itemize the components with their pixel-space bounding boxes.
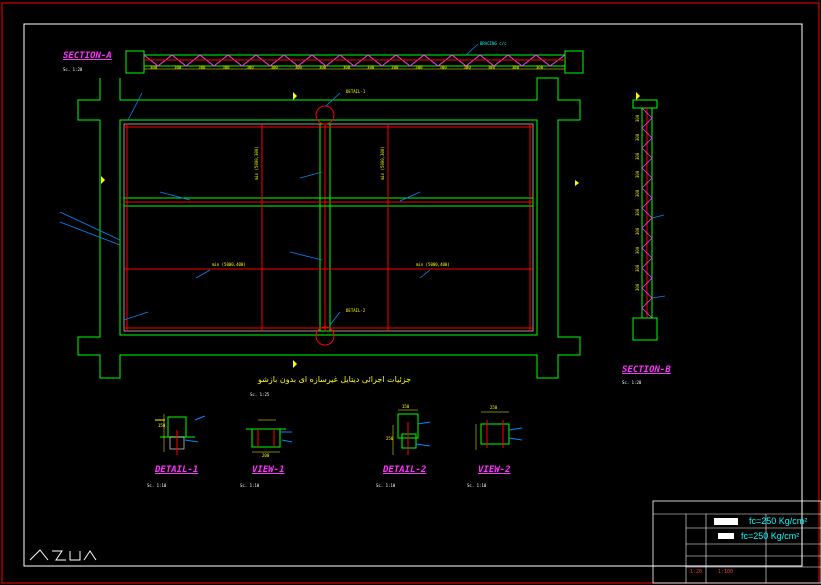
- vertical-dim-value: 300: [635, 265, 640, 273]
- detail-1-dim: 150: [158, 423, 166, 428]
- top-bar-label: BRACING c/c: [480, 41, 507, 46]
- dim-value: 300: [535, 65, 544, 70]
- dim-value: 300: [198, 65, 206, 70]
- mid-right-label: min (5000,400): [416, 262, 450, 267]
- vert-right-label: min (5000,300): [380, 146, 385, 180]
- dim-value: 300: [270, 65, 278, 70]
- title-block-scale-1: 1:100: [718, 569, 734, 575]
- vertical-dim-value: 300: [635, 152, 640, 160]
- view-2-title: VIEW-2: [478, 465, 511, 475]
- detail-1-scale: Sc. 1:10: [147, 483, 167, 488]
- dim-value: 300: [367, 65, 375, 70]
- header-scale: Sc. 1:25: [250, 392, 270, 397]
- inner-border: [23, 23, 803, 567]
- dim-value: 300: [487, 65, 495, 70]
- view-1-drawing: [246, 419, 293, 453]
- dim-value: 300: [463, 65, 471, 70]
- detail-2-dim-side: 250: [386, 436, 394, 441]
- vertical-dim-value: 300: [635, 227, 640, 235]
- vertical-dim-value: 300: [635, 283, 640, 292]
- cad-drawing-canvas: [1, 2, 821, 584]
- leader-lines: [59, 43, 666, 326]
- dim-value: 300: [318, 65, 327, 70]
- dim-value: 300: [415, 65, 423, 70]
- header-caption: جزئیات اجرائی دیتایل غیرسازه ای بدون باز…: [258, 375, 412, 384]
- dim-value: 300: [391, 65, 399, 70]
- dim-value: 300: [222, 65, 230, 70]
- vertical-dim-value: 300: [635, 208, 640, 216]
- view-2-drawing: [475, 411, 523, 450]
- view-1-dim: 200: [262, 453, 270, 458]
- dim-value: 300: [511, 65, 519, 70]
- detail-2-dim-top: 150: [402, 404, 410, 409]
- section-b-scale: Sc. 1:20: [622, 380, 642, 385]
- vertical-dim-value: 300: [635, 114, 640, 122]
- detail-1-callout-label: DETAIL-1: [346, 89, 366, 94]
- level-markers: [101, 92, 640, 368]
- title-block-fc-1: fc=250 Kg/cm²: [749, 516, 808, 526]
- detail-2-scale: Sc. 1:10: [376, 483, 396, 488]
- detail-2-drawing: [392, 409, 431, 455]
- dim-value: 300: [150, 65, 158, 70]
- detail-2-title: DETAIL-2: [383, 465, 427, 475]
- vertical-dim-value: 300: [635, 246, 640, 254]
- detail-1-drawing: [155, 414, 206, 455]
- section-a-title: SECTION-A: [63, 51, 112, 61]
- view-2-dim: 250: [490, 405, 498, 410]
- view-2-scale: Sc. 1:10: [467, 483, 487, 488]
- vert-left-label: min (5000,300): [254, 146, 259, 180]
- section-a-scale: Sc. 1:20: [63, 67, 83, 72]
- section-a-wall-frame: [77, 77, 581, 379]
- dim-value: 300: [246, 65, 254, 70]
- dim-value: 300: [174, 65, 182, 70]
- vertical-dim-value: 300: [635, 189, 640, 198]
- detail-2-callout-label: DETAIL-2: [346, 308, 366, 313]
- view-1-title: VIEW-1: [252, 465, 285, 475]
- detail-1-title: DETAIL-1: [155, 465, 199, 475]
- title-block-scale-2: 1:20: [690, 569, 703, 575]
- vertical-dim-value: 300: [635, 133, 640, 141]
- section-b-title: SECTION-B: [622, 365, 671, 375]
- dim-value: 300: [294, 65, 302, 70]
- vertical-dim-value: 300: [635, 171, 640, 179]
- dim-value: 300: [439, 65, 447, 70]
- dim-value: 300: [342, 65, 351, 70]
- mid-left-label: min (5000,400): [212, 262, 246, 267]
- logo-mark: [29, 549, 97, 561]
- detail-1-callout-circle: [315, 105, 335, 125]
- outer-frame: [1, 2, 820, 584]
- view-1-scale: Sc. 1:10: [240, 483, 260, 488]
- title-block: [652, 500, 821, 584]
- title-block-fc-2: fc=250 Kg/cm²: [741, 531, 800, 541]
